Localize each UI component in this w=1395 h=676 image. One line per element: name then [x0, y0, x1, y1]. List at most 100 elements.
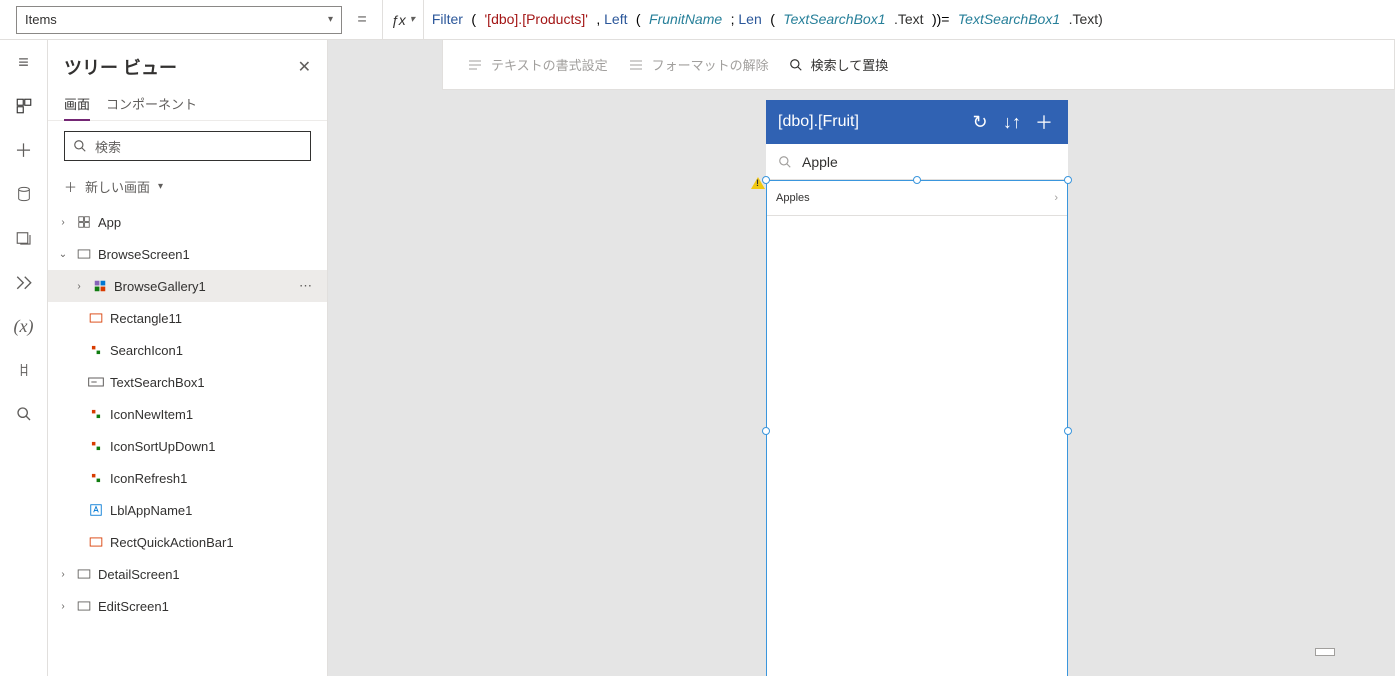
hamburger-icon[interactable]: ≡	[14, 52, 34, 72]
screen-icon	[76, 246, 92, 262]
tools-icon[interactable]	[14, 360, 34, 380]
tab-components[interactable]: コンポーネント	[106, 88, 197, 120]
formula-token: .Text)	[1069, 11, 1103, 27]
tree-items: › App ⌄ BrowseScreen1 › BrowseGallery1	[48, 206, 327, 622]
formula-token: '[dbo].[Products]'	[485, 11, 588, 27]
tree-item-label: EditScreen1	[98, 599, 169, 614]
tree-item-icon-refresh[interactable]: IconRefresh1	[48, 462, 327, 494]
formula-token: ,	[596, 11, 604, 27]
tree-search-input[interactable]: 検索	[64, 131, 311, 161]
screen-icon	[76, 598, 92, 614]
chevron-right-icon: ›	[1054, 192, 1058, 204]
format-text-label: テキストの書式設定	[491, 55, 608, 74]
formula-token: Left	[604, 11, 627, 27]
remove-format-button[interactable]: フォーマットの解除	[628, 55, 769, 74]
chevron-right-icon: ›	[56, 601, 70, 612]
control-icon	[88, 374, 104, 390]
screen-preview[interactable]: [dbo].[Fruit] ↻ ↓↑ ＋ Apple Apples ›	[766, 100, 1068, 676]
canvas[interactable]: テキストの書式設定 フォーマットの解除 検索して置換 [dbo].[Fruit]…	[328, 40, 1395, 676]
format-icon	[467, 58, 483, 72]
tree-item-edit-screen[interactable]: › EditScreen1	[48, 590, 327, 622]
new-screen-button[interactable]: ＋ 新しい画面 ▾	[48, 171, 327, 206]
tree-search-placeholder: 検索	[95, 137, 121, 156]
chevron-right-icon: ›	[56, 569, 70, 580]
control-icon	[88, 342, 104, 358]
refresh-icon[interactable]: ↻	[968, 112, 992, 133]
tab-screen[interactable]: 画面	[64, 88, 90, 121]
tree-item-icon-sort[interactable]: IconSortUpDown1	[48, 430, 327, 462]
data-icon[interactable]	[14, 184, 34, 204]
chevron-right-icon: ›	[72, 281, 86, 292]
tree-item-label: IconSortUpDown1	[110, 439, 216, 454]
tree-view-panel: ツリー ビュー ✕ 画面 コンポーネント 検索 ＋ 新しい画面 ▾ › App	[48, 40, 328, 676]
sort-icon[interactable]: ↓↑	[1000, 112, 1024, 133]
tree-item-label: DetailScreen1	[98, 567, 180, 582]
remove-format-icon	[628, 58, 644, 72]
tree-item-label: IconRefresh1	[110, 471, 187, 486]
tree-item-label: SearchIcon1	[110, 343, 183, 358]
tree-item-label: TextSearchBox1	[110, 375, 205, 390]
tree-item-detail-screen[interactable]: › DetailScreen1	[48, 558, 327, 590]
chevron-down-icon: ▾	[328, 14, 333, 25]
gallery-icon	[92, 278, 108, 294]
fx-icon: ƒx	[391, 12, 406, 28]
formula-token: (	[471, 11, 476, 27]
control-icon	[88, 438, 104, 454]
remove-format-label: フォーマットの解除	[652, 55, 769, 74]
plus-icon: ＋	[64, 177, 77, 196]
search-icon[interactable]	[14, 404, 34, 424]
control-icon	[88, 406, 104, 422]
control-icon	[88, 470, 104, 486]
search-input[interactable]: Apple	[802, 154, 838, 170]
formula-token: TextSearchBox1	[783, 11, 885, 27]
formula-token: (	[770, 11, 775, 27]
variables-icon[interactable]: (x)	[14, 316, 34, 336]
zoom-widget[interactable]	[1315, 648, 1335, 656]
tree-item-search-icon1[interactable]: SearchIcon1	[48, 334, 327, 366]
search-icon	[778, 155, 792, 169]
tree-item-text-search-box[interactable]: TextSearchBox1	[48, 366, 327, 398]
new-screen-label: 新しい画面	[85, 177, 150, 196]
formula-bar: Items ▾ = ƒx ▾ Filter ( '[dbo].[Products…	[0, 0, 1395, 40]
fx-button[interactable]: ƒx ▾	[382, 0, 424, 39]
app-search-row: Apple	[766, 144, 1068, 180]
tree-item-icon-new-item[interactable]: IconNewItem1	[48, 398, 327, 430]
tree-item-lbl-app-name[interactable]: LblAppName1	[48, 494, 327, 526]
tree-item-browse-screen[interactable]: ⌄ BrowseScreen1	[48, 238, 327, 270]
tree-view-title: ツリー ビュー	[64, 54, 177, 80]
chevron-right-icon: ›	[56, 217, 70, 228]
property-dropdown-value: Items	[25, 12, 57, 27]
tree-view-icon[interactable]	[14, 96, 34, 116]
search-icon	[73, 139, 87, 153]
control-icon	[88, 310, 104, 326]
tree-item-app[interactable]: › App	[48, 206, 327, 238]
formula-input[interactable]: Filter ( '[dbo].[Products]' , Left ( Fru…	[424, 11, 1395, 28]
chevron-down-icon: ⌄	[56, 249, 70, 260]
tree-item-label: App	[98, 215, 121, 230]
media-icon[interactable]	[14, 228, 34, 248]
tree-item-rect-qab[interactable]: RectQuickActionBar1	[48, 526, 327, 558]
list-item-label: Apples	[776, 192, 810, 204]
insert-icon[interactable]: ＋	[14, 140, 34, 160]
app-header: [dbo].[Fruit] ↻ ↓↑ ＋	[766, 100, 1068, 144]
formula-token: Filter	[432, 11, 463, 27]
formula-token: FrunitName	[649, 11, 722, 27]
formula-sub-toolbar: テキストの書式設定 フォーマットの解除 検索して置換	[442, 40, 1395, 90]
find-replace-button[interactable]: 検索して置換	[789, 55, 889, 74]
more-icon[interactable]: ⋯	[299, 278, 319, 294]
advanced-icon[interactable]	[14, 272, 34, 292]
close-icon[interactable]: ✕	[298, 57, 311, 77]
format-text-button[interactable]: テキストの書式設定	[467, 55, 608, 74]
add-icon[interactable]: ＋	[1032, 109, 1056, 135]
app-title: [dbo].[Fruit]	[778, 113, 859, 131]
property-dropdown[interactable]: Items ▾	[16, 6, 342, 34]
tree-item-browse-gallery[interactable]: › BrowseGallery1 ⋯	[48, 270, 327, 302]
list-item[interactable]: Apples ›	[766, 180, 1068, 216]
screen-icon	[76, 566, 92, 582]
find-replace-label: 検索して置換	[811, 55, 889, 74]
formula-token: Len	[738, 11, 761, 27]
control-icon	[88, 502, 104, 518]
warning-icon[interactable]	[751, 177, 765, 189]
tree-item-rectangle11[interactable]: Rectangle11	[48, 302, 327, 334]
tree-item-label: Rectangle11	[110, 311, 182, 326]
